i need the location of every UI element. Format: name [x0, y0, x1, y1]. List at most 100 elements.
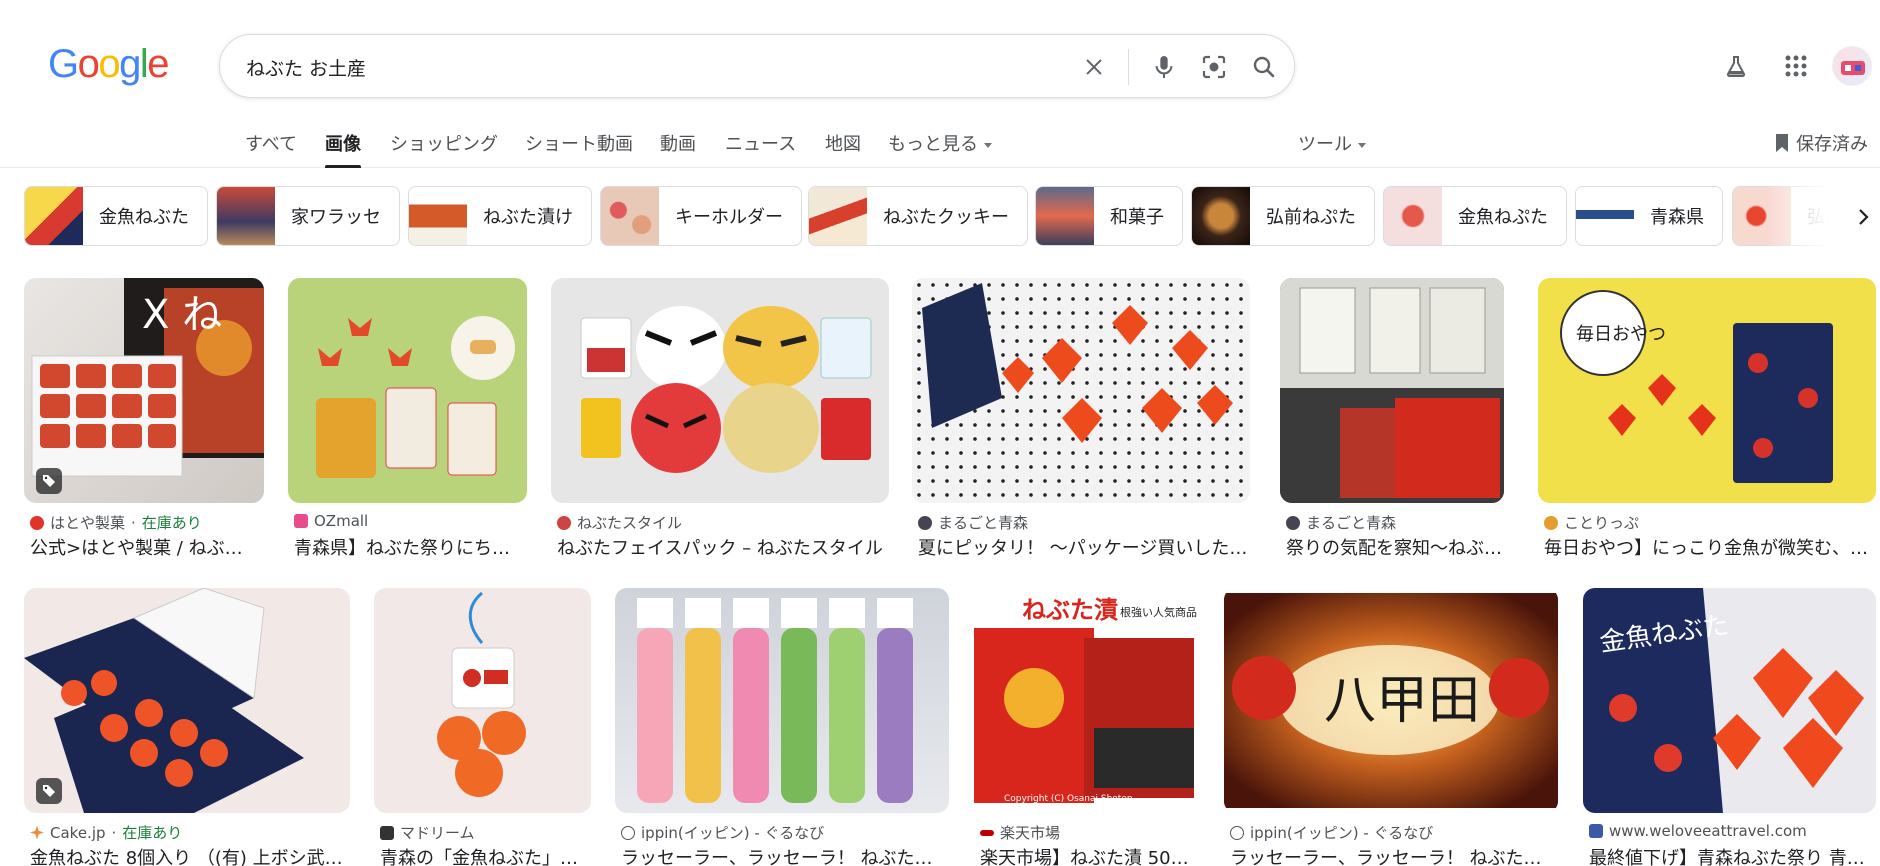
chip-nebuta-zuke[interactable]: ねぶた漬け	[408, 186, 592, 246]
result-image-text: Copyright (C) Osanai Shoten	[1004, 794, 1133, 804]
image-result[interactable]: まるごと青森 夏にピッタリ！ ～パッケージ買いした…	[912, 278, 1250, 560]
chip-thumbnail	[1384, 187, 1442, 245]
favicon-icon	[30, 515, 44, 530]
chip-label: 金魚ねぷた	[1458, 207, 1548, 228]
search-tabs: すべて 画像 ショッピング ショート動画 動画 ニュース 地図 もっと見る ツー…	[0, 118, 1880, 168]
result-image	[374, 588, 591, 813]
chip-label: 青森県	[1650, 207, 1704, 228]
favicon-icon	[1230, 825, 1244, 840]
result-title[interactable]: ラッセーラー、ラッセーラ！ ねぶた…	[1230, 844, 1558, 866]
tab-all[interactable]: すべて	[245, 130, 297, 166]
result-source: まるごと青森	[1286, 512, 1396, 533]
source-name: はとや製菓	[50, 514, 126, 532]
account-avatar[interactable]	[1832, 46, 1872, 86]
chip-label: 和菓子	[1110, 207, 1164, 228]
chip-keyholder[interactable]: キーホルダー	[600, 186, 802, 246]
image-result[interactable]: 八甲田 ippin(イッピン) - ぐるなび ラッセーラー、ラッセーラ！ ねぶた…	[1224, 588, 1558, 866]
chip-wa-rasse[interactable]: 家ワラッセ	[216, 186, 400, 246]
image-result[interactable]: ねぶた漬 根強い人気商品 Copyright (C) Osanai Shoten…	[974, 588, 1199, 866]
favicon-icon	[621, 825, 635, 840]
result-image	[551, 278, 889, 503]
chip-hirosaki-neputa[interactable]: 弘前ねぷた	[1191, 186, 1375, 246]
camera-lens-icon[interactable]	[1196, 49, 1232, 85]
tab-more[interactable]: もっと見る	[888, 130, 992, 166]
result-source: Cake.jp · 在庫あり	[30, 822, 182, 843]
image-result[interactable]: 金魚ねぶた www.weloveeattravel.com 最終値下げ】青森ねぶ…	[1583, 588, 1876, 866]
separator: ·	[111, 823, 117, 842]
result-title[interactable]: 祭りの気配を察知～ねぶ…	[1286, 534, 1504, 560]
result-image	[24, 588, 350, 813]
google-logo[interactable]: Google	[48, 44, 169, 84]
microphone-icon[interactable]	[1146, 49, 1182, 85]
tab-shopping[interactable]: ショッピング	[390, 130, 498, 166]
favicon-icon	[294, 514, 308, 528]
result-image-text: 八甲田	[1324, 671, 1480, 731]
result-source: OZmall	[294, 512, 368, 530]
result-image	[288, 278, 527, 503]
tab-news[interactable]: ニュース	[725, 130, 796, 166]
result-source: ことりっぷ	[1544, 512, 1639, 533]
price-tag-icon	[36, 468, 62, 494]
image-result[interactable]: 毎日おやつ ことりっぷ 毎日おやつ】にっこり金魚が微笑む、…	[1538, 278, 1876, 560]
tab-more-label: もっと見る	[888, 134, 978, 155]
result-title[interactable]: 楽天市場】ねぶた漬 500…	[980, 844, 1199, 866]
clear-icon[interactable]	[1076, 49, 1112, 85]
result-title[interactable]: 毎日おやつ】にっこり金魚が微笑む、…	[1544, 534, 1876, 560]
tab-videos[interactable]: 動画	[660, 130, 696, 166]
chip-label: 金魚ねぶた	[99, 207, 189, 228]
image-result[interactable]: まるごと青森 祭りの気配を察知～ねぶ…	[1280, 278, 1504, 560]
chip-label: 弘前ねぷた	[1266, 207, 1356, 228]
source-name: マドリーム	[400, 824, 475, 842]
chevron-down-icon	[984, 142, 992, 148]
result-title[interactable]: 金魚ねぶた 8個入り （(有) 上ボシ武…	[30, 844, 350, 866]
tab-images[interactable]: 画像	[325, 130, 361, 168]
chip-kingyo-nebuta[interactable]: 金魚ねぶた	[24, 186, 208, 246]
chip-nebuta-cookie[interactable]: ねぶたクッキー	[808, 186, 1028, 246]
favicon-icon	[918, 515, 932, 530]
result-title[interactable]: ラッセーラー、ラッセーラ！ ねぶた…	[621, 844, 949, 866]
search-icon[interactable]	[1246, 49, 1282, 85]
source-name: ねぶたスタイル	[577, 514, 683, 532]
image-result[interactable]: X ね はとや製菓 · 在庫あり 公式>はとや製菓 / ねぶ…	[24, 278, 264, 560]
chip-thumbnail	[217, 187, 275, 245]
source-name: ippin(イッピン) - ぐるなび	[1250, 824, 1434, 842]
result-title[interactable]: 公式>はとや製菓 / ねぶ…	[30, 534, 264, 560]
result-title[interactable]: 青森県】ねぶた祭りにち…	[294, 534, 527, 560]
bookmark-icon	[1776, 134, 1788, 152]
search-input[interactable]	[246, 45, 1066, 89]
result-title[interactable]: 最終値下げ】青森ねぶた祭り 青…	[1589, 844, 1876, 866]
source-name: まるごと青森	[938, 514, 1029, 532]
image-result[interactable]: OZmall 青森県】ねぶた祭りにち…	[288, 278, 527, 560]
image-result[interactable]: ねぶたスタイル ねぶたフェイスパック – ねぶたスタイル	[551, 278, 889, 560]
labs-flask-icon[interactable]	[1718, 48, 1754, 84]
chip-thumbnail	[1036, 187, 1094, 245]
source-name: www.weloveeattravel.com	[1609, 822, 1807, 840]
image-result[interactable]: マドリーム 青森の「金魚ねぶた」…	[374, 588, 591, 866]
chip-aomori-ken[interactable]: 青森県	[1575, 186, 1723, 246]
chevron-right-icon[interactable]	[1848, 200, 1878, 234]
favicon-icon	[380, 825, 394, 840]
tools-button[interactable]: ツール	[1298, 130, 1366, 166]
result-source: まるごと青森	[918, 512, 1028, 533]
saved-button[interactable]: 保存済み	[1774, 130, 1868, 166]
result-title[interactable]: 夏にピッタリ！ ～パッケージ買いした…	[918, 534, 1250, 560]
source-name: ippin(イッピン) - ぐるなび	[641, 824, 825, 842]
tab-short-videos[interactable]: ショート動画	[525, 130, 633, 166]
stock-status: 在庫あり	[141, 514, 202, 532]
tab-maps[interactable]: 地図	[825, 130, 861, 166]
image-result[interactable]: ippin(イッピン) - ぐるなび ラッセーラー、ラッセーラ！ ねぶた…	[615, 588, 949, 866]
chip-wagashi[interactable]: 和菓子	[1035, 186, 1183, 246]
image-result[interactable]: Cake.jp · 在庫あり 金魚ねぶた 8個入り （(有) 上ボシ武…	[24, 588, 350, 866]
source-name: Cake.jp	[50, 823, 106, 842]
header: Google	[0, 0, 1880, 130]
chip-kingyo-neputa[interactable]: 金魚ねぷた	[1383, 186, 1567, 246]
result-source: ねぶたスタイル	[557, 512, 682, 533]
favicon-icon	[30, 825, 44, 840]
result-title[interactable]: ねぶたフェイスパック – ねぶたスタイル	[557, 534, 889, 560]
chip-thumbnail	[1192, 187, 1250, 245]
chip-thumbnail	[601, 187, 659, 245]
result-image-text: ねぶた漬	[1022, 596, 1118, 624]
result-image: 八甲田	[1224, 588, 1558, 813]
apps-grid-icon[interactable]	[1778, 48, 1814, 84]
result-title[interactable]: 青森の「金魚ねぶた」…	[380, 844, 591, 866]
